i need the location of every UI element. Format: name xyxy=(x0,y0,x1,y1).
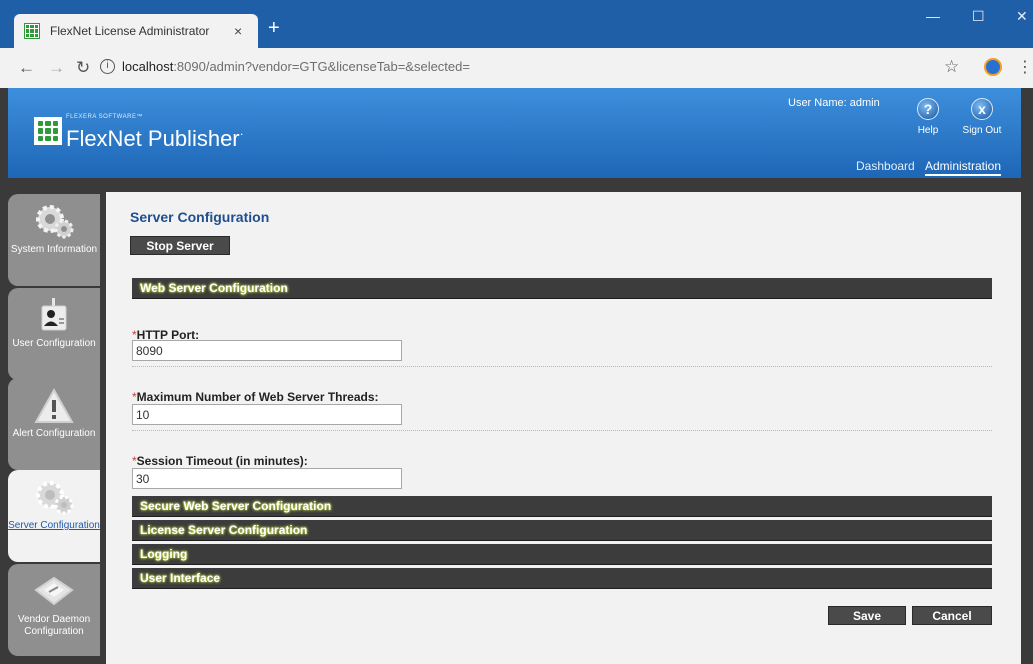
url-path: :8090/admin?vendor=GTG&licenseTab=&selec… xyxy=(173,59,470,74)
extension-icon[interactable] xyxy=(984,58,1002,76)
user-badge-icon xyxy=(32,296,76,336)
browser-menu-icon[interactable]: ⋮ xyxy=(1017,57,1033,77)
minimize-button[interactable]: — xyxy=(926,8,940,24)
max-threads-input[interactable] xyxy=(132,404,402,425)
site-info-icon[interactable]: i xyxy=(100,59,115,74)
sidebar-item-vendor-daemon-configuration[interactable]: Vendor Daemon Configuration xyxy=(8,564,100,656)
brand-company: FLEXERA SOFTWARE™ xyxy=(66,114,143,120)
certificate-icon xyxy=(32,572,76,612)
brand-mark: · xyxy=(239,126,244,141)
sidebar-item-user-configuration[interactable]: User Configuration xyxy=(8,288,100,380)
sidebar-item-system-information[interactable]: System Information xyxy=(8,194,100,286)
page-title: Server Configuration xyxy=(130,209,270,225)
new-tab-button[interactable]: + xyxy=(268,18,280,38)
main-content: Server Configuration Stop Server Web Ser… xyxy=(106,192,1021,664)
sidebar-label-vendor-daemon-configuration: Vendor Daemon Configuration xyxy=(17,614,91,637)
tab-title: FlexNet License Administrator xyxy=(50,24,210,38)
cancel-button[interactable]: Cancel xyxy=(912,606,992,625)
sidebar-label-alert-configuration: Alert Configuration xyxy=(12,428,96,439)
flexnet-favicon-icon xyxy=(24,23,40,39)
sign-out-icon: x xyxy=(971,98,993,120)
stop-server-button[interactable]: Stop Server xyxy=(130,236,230,255)
warning-icon xyxy=(32,386,76,426)
help-button[interactable]: ? Help xyxy=(906,98,950,136)
brand-name: FlexNet Publisher· xyxy=(66,126,244,152)
sidebar-item-server-configuration[interactable]: Server Configuration xyxy=(8,470,100,562)
max-threads-label: *Maximum Number of Web Server Threads: xyxy=(132,390,379,404)
sign-out-button[interactable]: x Sign Out xyxy=(960,98,1004,136)
url-field[interactable]: localhost:8090/admin?vendor=GTG&licenseT… xyxy=(122,59,470,74)
back-arrow-icon[interactable]: ← xyxy=(18,58,35,78)
user-name-label: User Name: admin xyxy=(788,97,880,109)
brand-name-text: FlexNet Publisher xyxy=(66,126,240,151)
field-divider xyxy=(132,366,992,367)
section-label: Logging xyxy=(140,547,188,561)
sidebar-item-alert-configuration[interactable]: Alert Configuration xyxy=(8,378,100,470)
close-window-button[interactable]: ✕ xyxy=(1016,8,1028,25)
gears-icon xyxy=(32,478,76,518)
session-timeout-label-text: Session Timeout (in minutes): xyxy=(136,454,308,468)
http-port-input[interactable] xyxy=(132,340,402,361)
section-label: User Interface xyxy=(140,571,221,585)
header-divider xyxy=(8,178,1021,188)
max-threads-label-text: Maximum Number of Web Server Threads: xyxy=(136,390,379,404)
address-bar: ← → ↻ i localhost:8090/admin?vendor=GTG&… xyxy=(0,48,1033,88)
section-license-server-configuration[interactable]: License Server Configuration xyxy=(132,520,992,541)
sign-out-label: Sign Out xyxy=(962,125,1002,136)
app-header: FLEXERA SOFTWARE™ FlexNet Publisher· Use… xyxy=(8,88,1021,178)
session-timeout-label: *Session Timeout (in minutes): xyxy=(132,454,308,468)
section-label: Secure Web Server Configuration xyxy=(140,499,332,513)
reload-icon[interactable]: ↻ xyxy=(76,58,90,78)
sidebar-label-server-configuration: Server Configuration xyxy=(8,520,100,531)
session-timeout-input[interactable] xyxy=(132,468,402,489)
section-logging[interactable]: Logging xyxy=(132,544,992,565)
url-host: localhost xyxy=(122,59,174,74)
save-button[interactable]: Save xyxy=(828,606,906,625)
section-label: License Server Configuration xyxy=(140,523,308,537)
browser-titlebar: FlexNet License Administrator × + — ☐ ✕ xyxy=(0,0,1033,48)
maximize-button[interactable]: ☐ xyxy=(972,8,985,25)
browser-tab[interactable]: FlexNet License Administrator × xyxy=(14,14,258,48)
forward-arrow-icon[interactable]: → xyxy=(48,58,65,78)
field-divider xyxy=(132,430,992,431)
section-web-server-configuration[interactable]: Web Server Configuration xyxy=(132,278,992,299)
help-icon: ? xyxy=(917,98,939,120)
gears-icon xyxy=(32,202,76,242)
section-secure-web-server-configuration[interactable]: Secure Web Server Configuration xyxy=(132,496,992,517)
help-label: Help xyxy=(917,125,939,136)
nav-administration[interactable]: Administration xyxy=(925,159,1002,176)
flexnet-logo-icon xyxy=(34,117,62,145)
nav-dashboard[interactable]: Dashboard xyxy=(856,159,915,173)
tab-close-icon[interactable]: × xyxy=(234,23,242,39)
section-user-interface[interactable]: User Interface xyxy=(132,568,992,589)
sidebar-label-user-configuration: User Configuration xyxy=(12,338,96,349)
bookmark-star-icon[interactable]: ☆ xyxy=(944,57,959,77)
sidebar-label-system-information: System Information xyxy=(10,244,98,255)
section-label: Web Server Configuration xyxy=(140,281,288,295)
